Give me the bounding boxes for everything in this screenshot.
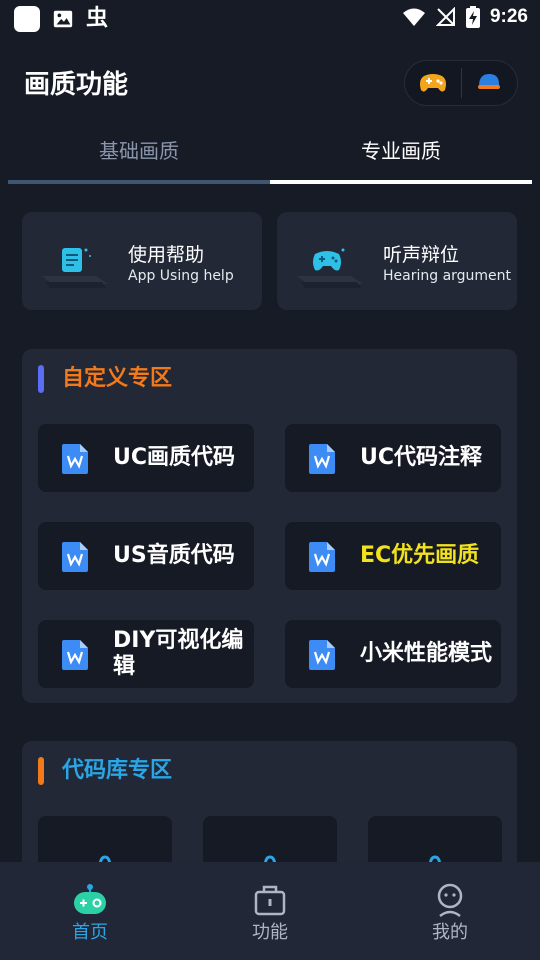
helmet-icon: [478, 74, 501, 89]
help-card-subtitle: App Using help: [128, 268, 234, 284]
image-notification-icon: [53, 10, 73, 28]
header: 画质功能: [0, 52, 540, 116]
document-w-icon: [309, 542, 335, 572]
chong-notification-icon: 虫: [86, 6, 109, 31]
grid-item-uc-quality-code[interactable]: UC画质代码: [38, 424, 254, 492]
nav-home[interactable]: 首页: [0, 862, 180, 960]
status-bar: 虫 9:26: [0, 0, 540, 38]
helmet-button[interactable]: [461, 60, 517, 106]
page-title: 画质功能: [24, 70, 129, 100]
help-card-hearing[interactable]: 听声辩位 Hearing argument: [277, 212, 517, 310]
nav-label: 首页: [72, 922, 108, 943]
tab-indicator-active: [270, 180, 532, 184]
tab-pro-quality[interactable]: 专业画质: [270, 126, 532, 178]
document-w-icon: [62, 640, 88, 670]
nav-features[interactable]: 功能: [180, 862, 360, 960]
section-title: 自定义专区: [62, 366, 173, 391]
grid-item-ec-priority-quality[interactable]: EC优先画质: [285, 522, 501, 590]
help-card-title: 使用帮助: [128, 244, 205, 266]
grid-item-us-audio-code[interactable]: US音质代码: [38, 522, 254, 590]
game-button[interactable]: [405, 60, 461, 106]
status-bar-notifications: 虫: [14, 6, 108, 32]
wifi-icon: [402, 8, 425, 26]
grid-item-label: US音质代码: [113, 543, 235, 568]
section-title: 代码库专区: [62, 758, 173, 783]
code-library-section: 代码库专区: [22, 741, 517, 886]
custom-zone-section: 自定义专区 UC画质代码 UC代码注释 US音质代码 EC优先画质 DIY可视化…: [22, 349, 517, 703]
grid-item-label: EC优先画质: [360, 543, 480, 568]
document-icon: [42, 248, 108, 288]
tab-basic-quality[interactable]: 基础画质: [8, 126, 270, 178]
nav-profile[interactable]: 我的: [360, 862, 540, 960]
document-w-icon: [62, 542, 88, 572]
gamepad-icon: [419, 74, 446, 92]
document-w-icon: [309, 444, 335, 474]
section-accent-bar: [38, 365, 44, 393]
header-action-capsule: [404, 60, 518, 106]
nav-label: 我的: [432, 922, 468, 943]
help-card-usage[interactable]: 使用帮助 App Using help: [22, 212, 262, 310]
status-bar-system: 9:26: [402, 6, 528, 28]
robot-icon: [74, 884, 106, 914]
no-signal-icon: [435, 7, 455, 26]
grid-item-label: UC代码注释: [360, 445, 483, 470]
grid-item-label: UC画质代码: [113, 445, 236, 470]
person-icon: [437, 883, 463, 918]
grid-item-xiaomi-performance[interactable]: 小米性能模式: [285, 620, 501, 688]
battery-charging-icon: [465, 6, 480, 28]
section-accent-bar: [38, 757, 44, 785]
nav-label: 功能: [252, 922, 288, 943]
tab-bar: 基础画质 专业画质: [8, 126, 532, 184]
tab-indicator-inactive: [8, 180, 270, 184]
grid-item-label: 小米性能模式: [360, 641, 493, 666]
grid-item-uc-code-comments[interactable]: UC代码注释: [285, 424, 501, 492]
grid-item-diy-visual-editor[interactable]: DIY可视化编辑: [38, 620, 254, 688]
document-w-icon: [309, 640, 335, 670]
toolbox-icon: [254, 885, 286, 916]
app-notification-icon: [14, 6, 40, 32]
status-time: 9:26: [489, 6, 528, 27]
document-w-icon: [62, 444, 88, 474]
gamepad-icon: [297, 248, 363, 288]
help-card-subtitle: Hearing argument: [383, 268, 512, 284]
bottom-nav: 首页 功能 我的: [0, 862, 540, 960]
grid-item-label: DIY可视化编辑: [113, 628, 244, 679]
help-card-title: 听声辩位: [383, 244, 460, 266]
